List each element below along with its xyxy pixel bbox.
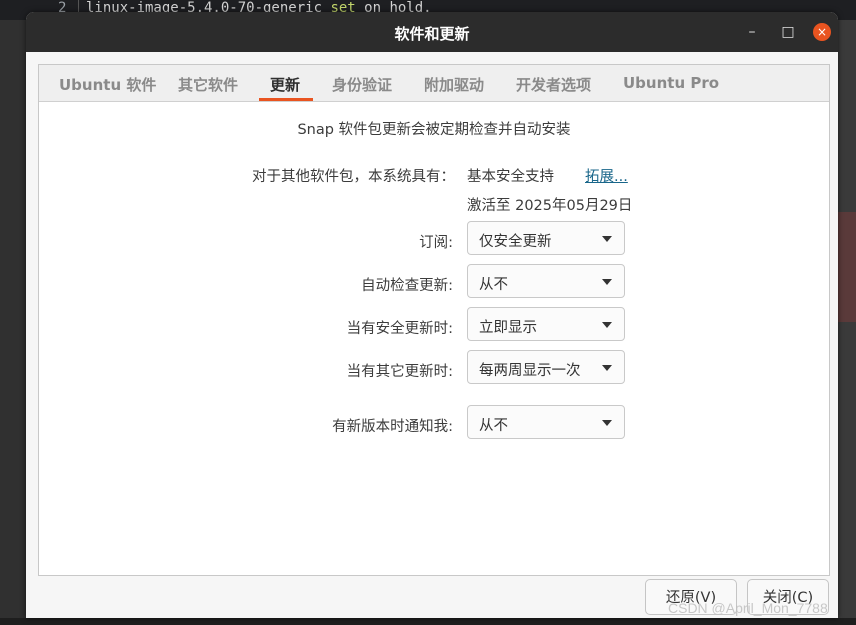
tab-developer-options[interactable]: 开发者选项 — [516, 74, 591, 95]
csdn-watermark: CSDN @April_Mon_7788 — [668, 600, 828, 616]
subscription-combo[interactable]: 仅安全更新 — [467, 221, 625, 255]
tab-additional-drivers[interactable]: 附加驱动 — [424, 74, 484, 95]
other-updates-combo[interactable]: 每两周显示一次 — [467, 350, 625, 384]
tab-ubuntu-software[interactable]: Ubuntu 软件 — [59, 74, 156, 95]
auto-check-combo[interactable]: 从不 — [467, 264, 625, 298]
other-updates-label: 当有其它更新时: — [346, 364, 453, 380]
auto-check-value: 从不 — [479, 277, 508, 293]
notify-new-version-combo[interactable]: 从不 — [467, 405, 625, 439]
security-updates-label: 当有安全更新时: — [346, 321, 453, 337]
auto-check-label: 自动检查更新: — [361, 278, 453, 294]
tab-other-software[interactable]: 其它软件 — [178, 74, 238, 95]
chevron-down-icon — [602, 365, 612, 371]
security-updates-value: 立即显示 — [479, 320, 537, 336]
titlebar: 软件和更新 – □ × — [26, 12, 838, 52]
subscription-label: 订阅: — [419, 235, 453, 251]
tab-updates[interactable]: 更新 — [270, 74, 300, 95]
notify-new-version-label: 有新版本时通知我: — [332, 419, 453, 435]
other-updates-value: 每两周显示一次 — [479, 363, 581, 379]
security-updates-combo[interactable]: 立即显示 — [467, 307, 625, 341]
subscription-value: 仅安全更新 — [479, 234, 552, 250]
close-window-button[interactable]: × — [813, 23, 831, 41]
background-band — [838, 212, 856, 322]
tab-ubuntu-pro[interactable]: Ubuntu Pro — [623, 74, 719, 92]
background-left — [0, 20, 26, 625]
chevron-down-icon — [602, 420, 612, 426]
maximize-button[interactable]: □ — [778, 22, 798, 42]
window-title: 软件和更新 — [394, 25, 470, 43]
tab-notebook: Ubuntu 软件 其它软件 更新 身份验证 附加驱动 开发者选项 Ubuntu… — [38, 64, 830, 576]
snap-note: Snap 软件包更新会被定期检查并自动安装 — [297, 122, 571, 138]
notify-new-version-value: 从不 — [479, 418, 508, 434]
chevron-down-icon — [602, 236, 612, 242]
minimize-button[interactable]: – — [742, 22, 762, 42]
activation-date: 激活至 2025年05月29日 — [467, 198, 633, 214]
other-packages-label: 对于其他软件包，本系统具有： — [252, 169, 455, 185]
software-updates-window: 软件和更新 – □ × Ubuntu 软件 其它软件 更新 身份验证 附加驱动 … — [26, 12, 838, 618]
background-bottom — [0, 618, 856, 625]
background-right — [838, 20, 856, 625]
tab-authentication[interactable]: 身份验证 — [332, 74, 392, 95]
active-tab-indicator — [259, 98, 313, 101]
chevron-down-icon — [602, 279, 612, 285]
tab-bar: Ubuntu 软件 其它软件 更新 身份验证 附加驱动 开发者选项 Ubuntu… — [39, 65, 829, 102]
chevron-down-icon — [602, 322, 612, 328]
extend-link[interactable]: 拓展... — [585, 165, 628, 186]
updates-panel: Snap 软件包更新会被定期检查并自动安装 对于其他软件包，本系统具有： 基本安… — [39, 102, 829, 575]
support-status: 基本安全支持 — [467, 169, 554, 185]
